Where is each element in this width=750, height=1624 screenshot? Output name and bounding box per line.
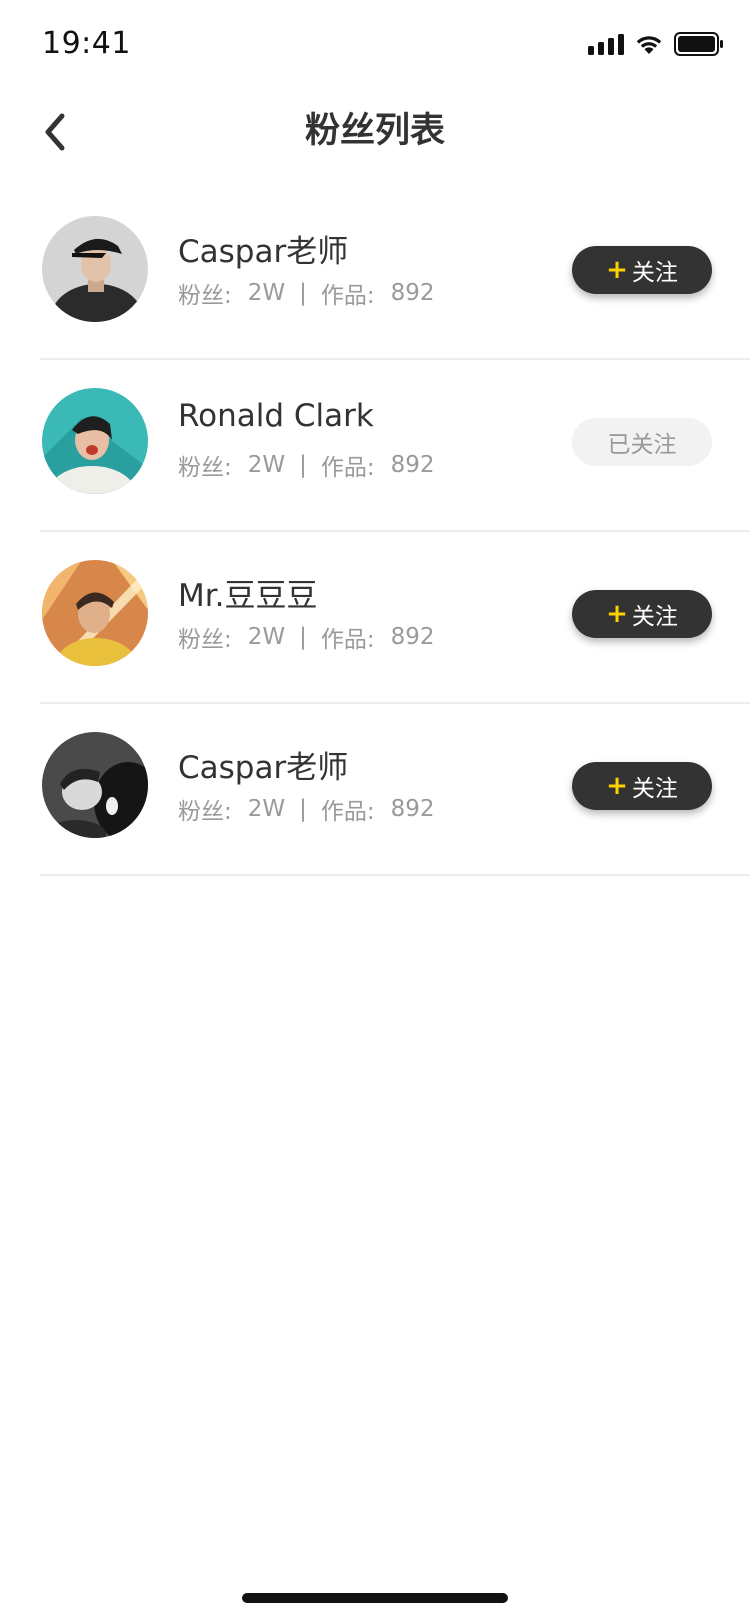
fan-stats: 粉丝: 2W | 作品: 892 <box>178 448 435 482</box>
follow-button[interactable]: + 关注 <box>572 246 712 294</box>
works-count: 892 <box>390 624 435 650</box>
works-label: 作品: <box>320 455 375 481</box>
fan-name: Mr.豆豆豆 <box>178 578 318 614</box>
follow-button[interactable]: + 关注 <box>572 590 712 638</box>
fans-label: 粉丝: <box>178 455 232 481</box>
follow-button-label: 关注 <box>631 776 678 802</box>
home-indicator <box>242 1593 508 1603</box>
fans-count: 2W <box>247 452 286 478</box>
fan-row[interactable]: Caspar老师 粉丝: 2W | 作品: 892 + 关注 <box>40 188 750 360</box>
signal-icon <box>588 33 624 55</box>
wifi-icon <box>634 33 664 55</box>
fans-label: 粉丝: <box>178 627 232 653</box>
stats-separator: | <box>299 452 307 478</box>
followed-button[interactable]: 已关注 <box>572 418 712 466</box>
nav-bar: 粉丝列表 <box>0 88 750 188</box>
fan-row[interactable]: Caspar老师 粉丝: 2W | 作品: 892 + 关注 <box>40 704 750 876</box>
fan-row[interactable]: Ronald Clark 粉丝: 2W | 作品: 892 已关注 <box>40 360 750 532</box>
plus-icon: + <box>606 771 628 801</box>
status-icons <box>588 30 724 58</box>
works-label: 作品: <box>320 283 375 309</box>
follow-button-label: 关注 <box>631 260 678 286</box>
follow-button[interactable]: + 关注 <box>572 762 712 810</box>
works-count: 892 <box>390 796 435 822</box>
follow-button-label: 关注 <box>631 604 678 630</box>
avatar <box>42 732 148 838</box>
avatar <box>42 388 148 494</box>
fans-label: 粉丝: <box>178 283 232 309</box>
fan-row[interactable]: Mr.豆豆豆 粉丝: 2W | 作品: 892 + 关注 <box>40 532 750 704</box>
works-count: 892 <box>390 280 435 306</box>
page-title: 粉丝列表 <box>304 111 445 151</box>
plus-icon: + <box>606 599 628 629</box>
fans-list: Caspar老师 粉丝: 2W | 作品: 892 + 关注 Ronald Cl… <box>40 188 750 876</box>
fan-stats: 粉丝: 2W | 作品: 892 <box>178 792 435 826</box>
stats-separator: | <box>299 280 307 306</box>
avatar <box>42 216 148 322</box>
follow-button-label: 已关注 <box>607 432 677 458</box>
avatar <box>42 560 148 666</box>
fans-count: 2W <box>247 796 286 822</box>
fan-name: Caspar老师 <box>178 234 349 270</box>
fans-count: 2W <box>247 280 286 306</box>
status-time: 19:41 <box>42 26 131 61</box>
stats-separator: | <box>299 796 307 822</box>
works-label: 作品: <box>320 627 375 653</box>
status-bar: 19:41 <box>0 0 750 88</box>
works-count: 892 <box>390 452 435 478</box>
stats-separator: | <box>299 624 307 650</box>
fan-name: Caspar老师 <box>178 750 349 786</box>
plus-icon: + <box>606 255 628 285</box>
works-label: 作品: <box>320 799 375 825</box>
fan-stats: 粉丝: 2W | 作品: 892 <box>178 620 435 654</box>
fan-name: Ronald Clark <box>178 398 374 434</box>
fan-stats: 粉丝: 2W | 作品: 892 <box>178 276 435 310</box>
fans-count: 2W <box>247 624 286 650</box>
fans-label: 粉丝: <box>178 799 232 825</box>
battery-icon <box>674 32 724 56</box>
